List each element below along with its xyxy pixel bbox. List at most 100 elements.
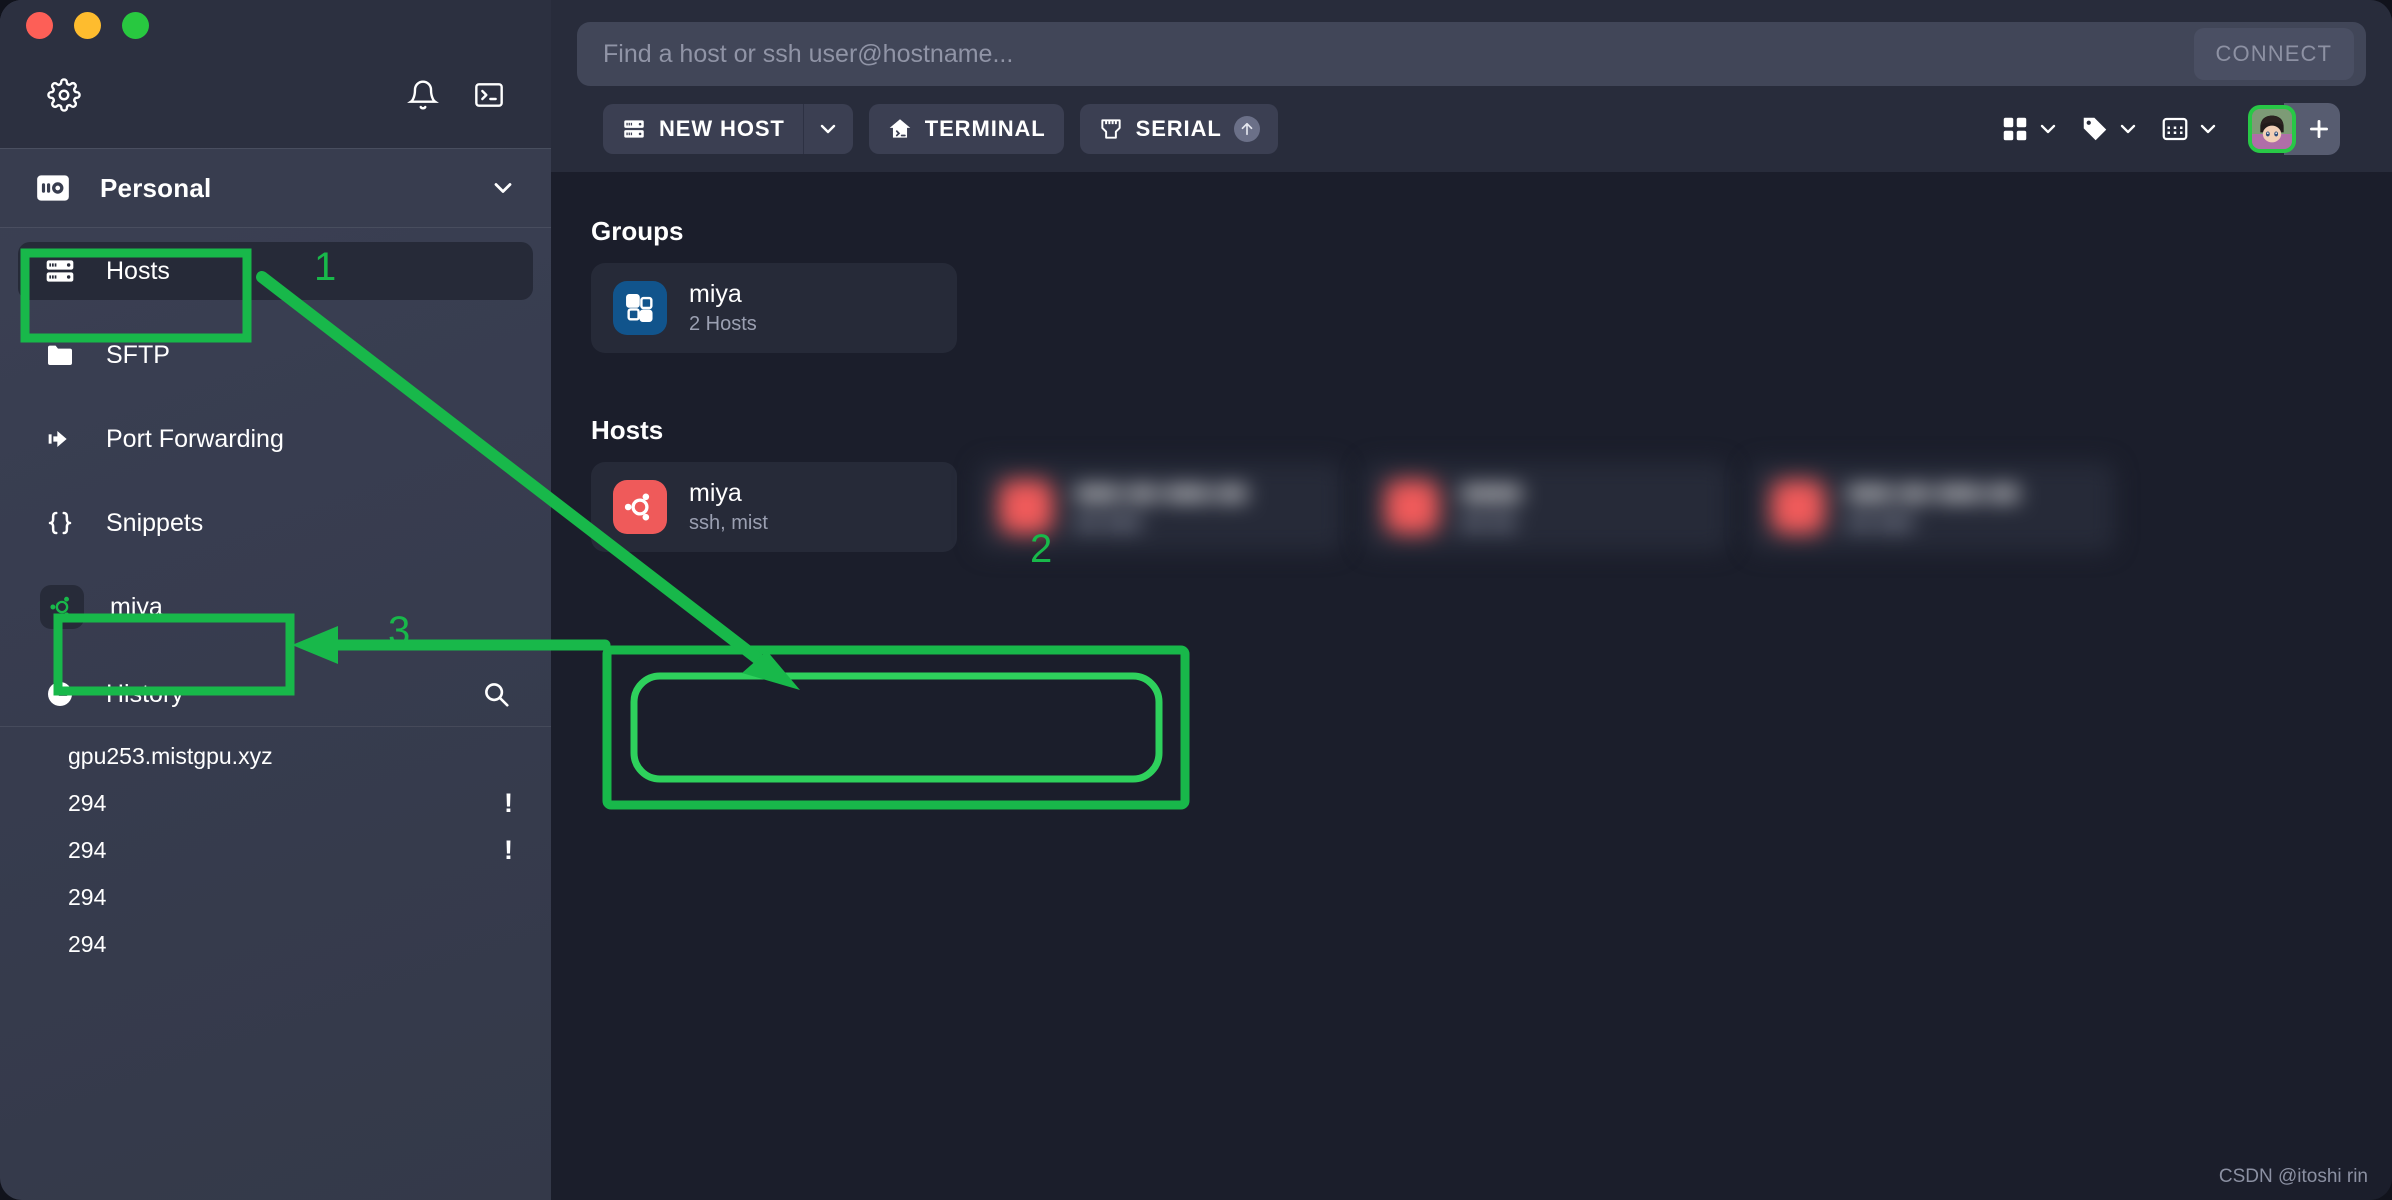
chevron-down-icon <box>2200 124 2216 134</box>
sidebar-item-history[interactable]: History <box>18 662 533 726</box>
host-tags: ssh, mist <box>689 511 768 534</box>
sidebar-item-snippets[interactable]: Snippets <box>18 494 533 552</box>
history-item-label: 294 <box>68 884 107 910</box>
maximize-window-button[interactable] <box>122 12 149 39</box>
host-card-text: ■■■■ ■■ ■■ <box>1461 479 1521 535</box>
host-tags: ■■ ■■■ <box>1847 511 1913 534</box>
host-card-text: miya ssh, mist <box>689 479 768 535</box>
host-card-redacted[interactable]: ■■■ ■■ ■■■.■■ ■■ ■■■ <box>1749 462 2115 552</box>
host-name: miya <box>689 479 742 508</box>
terminal-icon[interactable] <box>465 71 513 119</box>
hosts-grid: miya ssh, mist ■■■ ■■ ■■■.■■ ■■ ■■■ ■■■■ <box>591 462 2360 552</box>
ethernet-port-icon <box>1098 116 1124 142</box>
sidebar-item-label: History <box>106 679 184 708</box>
sidebar-item-label: SFTP <box>106 340 170 369</box>
host-name: ■■■■ <box>1461 479 1522 508</box>
alert-icon: ! <box>504 835 513 865</box>
braces-icon <box>40 503 80 543</box>
terminal-button[interactable]: TERMINAL <box>868 104 1064 154</box>
tag-icon[interactable] <box>2072 114 2148 144</box>
home-terminal-icon <box>887 116 913 142</box>
vault-icon <box>32 167 74 209</box>
watermark: CSDN @itoshi rin <box>2218 1166 2368 1187</box>
settings-icon[interactable] <box>40 71 88 119</box>
search-bar: CONNECT <box>577 22 2366 86</box>
clock-icon <box>40 674 80 714</box>
account-controls <box>2248 103 2340 155</box>
host-tags: ■■ ■■■ <box>1075 511 1141 534</box>
sidebar-item-hosts[interactable]: Hosts <box>18 242 533 300</box>
list-item[interactable]: 294 ! <box>0 827 551 874</box>
history-list: gpu253.mistgpu.xyz 294 ! 294 ! 294 294 <box>0 733 551 968</box>
host-card-redacted[interactable]: ■■■■ ■■ ■■ <box>1363 462 1729 552</box>
groups-grid: miya 2 Hosts <box>591 263 2360 353</box>
table-view-icon[interactable] <box>2152 114 2228 144</box>
host-name: ■■■ ■■ ■■■.■■ <box>1847 479 2019 508</box>
vault-name: Personal <box>100 172 212 203</box>
new-host-split-button: NEW HOST <box>603 104 853 154</box>
folder-icon <box>40 335 80 375</box>
traffic-lights <box>26 12 149 39</box>
group-card-text: miya 2 Hosts <box>689 280 757 336</box>
sidebar-top-icons <box>0 62 551 128</box>
sidebar-nav: Hosts SFTP Port Forwarding Snippets miya… <box>0 228 551 726</box>
sidebar-item-port-forwarding[interactable]: Port Forwarding <box>18 410 533 468</box>
bell-icon[interactable] <box>399 71 447 119</box>
title-bar <box>0 0 551 148</box>
history-item-label: 294 <box>68 837 107 863</box>
group-card-miya[interactable]: miya 2 Hosts <box>591 263 957 353</box>
list-item[interactable]: 294 <box>0 874 551 921</box>
host-card-text: ■■■ ■■ ■■■.■■ ■■ ■■■ <box>1847 479 2019 535</box>
main-panel: CONNECT <box>551 0 2392 1200</box>
chevron-down-icon[interactable] <box>802 104 853 154</box>
ubuntu-icon <box>40 585 84 629</box>
host-tags: ■■ ■■ <box>1461 511 1515 534</box>
list-item[interactable]: 294 ! <box>0 780 551 827</box>
history-item-label: gpu253.mistgpu.xyz <box>68 743 273 769</box>
chevron-down-icon <box>2040 124 2056 134</box>
serial-button[interactable]: SERIAL <box>1079 104 1278 154</box>
new-host-label: NEW HOST <box>659 116 785 141</box>
server-icon <box>621 116 647 142</box>
new-host-button[interactable]: NEW HOST <box>603 104 803 154</box>
sidebar-item-miya[interactable]: miya <box>18 578 533 636</box>
sidebar-item-label: Snippets <box>106 508 204 537</box>
list-item[interactable]: 294 <box>0 921 551 968</box>
app-window: Personal Hosts SFTP Port Forwarding Snip… <box>0 0 2392 1200</box>
upgrade-arrow-icon <box>1233 116 1260 142</box>
grid-view-icon[interactable] <box>1992 114 2068 144</box>
host-card-miya[interactable]: miya ssh, mist <box>591 462 957 552</box>
ubuntu-icon <box>1771 480 1825 534</box>
sidebar-item-label: Hosts <box>106 256 170 285</box>
close-window-button[interactable] <box>26 12 53 39</box>
groups-section-title: Groups <box>591 216 684 246</box>
group-host-count: 2 Hosts <box>689 312 757 335</box>
toolbar: NEW HOST TERMINAL SERIAL <box>577 86 2366 172</box>
divider <box>0 726 551 727</box>
host-card-text: ■■■ ■■ ■■■.■■ ■■ ■■■ <box>1075 479 1247 535</box>
serial-label: SERIAL <box>1135 116 1222 141</box>
minimize-window-button[interactable] <box>74 12 101 39</box>
main-top-bar: CONNECT <box>551 0 2392 172</box>
sidebar-item-sftp[interactable]: SFTP <box>18 326 533 384</box>
sidebar-item-label: miya <box>110 592 163 621</box>
history-item-label: 294 <box>68 931 107 957</box>
connect-button[interactable]: CONNECT <box>2193 28 2354 80</box>
search-icon[interactable] <box>481 679 511 709</box>
content-area: Groups miya 2 Hosts Hosts miya ssh, mist… <box>551 172 2392 1200</box>
host-name: ■■■ ■■ ■■■.■■ <box>1075 479 1247 508</box>
toolbar-right <box>1992 103 2340 155</box>
group-icon <box>613 281 667 335</box>
list-item[interactable]: gpu253.mistgpu.xyz <box>0 733 551 780</box>
search-input[interactable] <box>603 39 2194 69</box>
host-card-redacted[interactable]: ■■■ ■■ ■■■.■■ ■■ ■■■ <box>977 462 1343 552</box>
chevron-down-icon[interactable] <box>489 174 517 202</box>
avatar[interactable] <box>2248 105 2296 153</box>
vault-selector[interactable]: Personal <box>0 149 551 227</box>
toolbar-left: NEW HOST TERMINAL SERIAL <box>603 104 1278 154</box>
